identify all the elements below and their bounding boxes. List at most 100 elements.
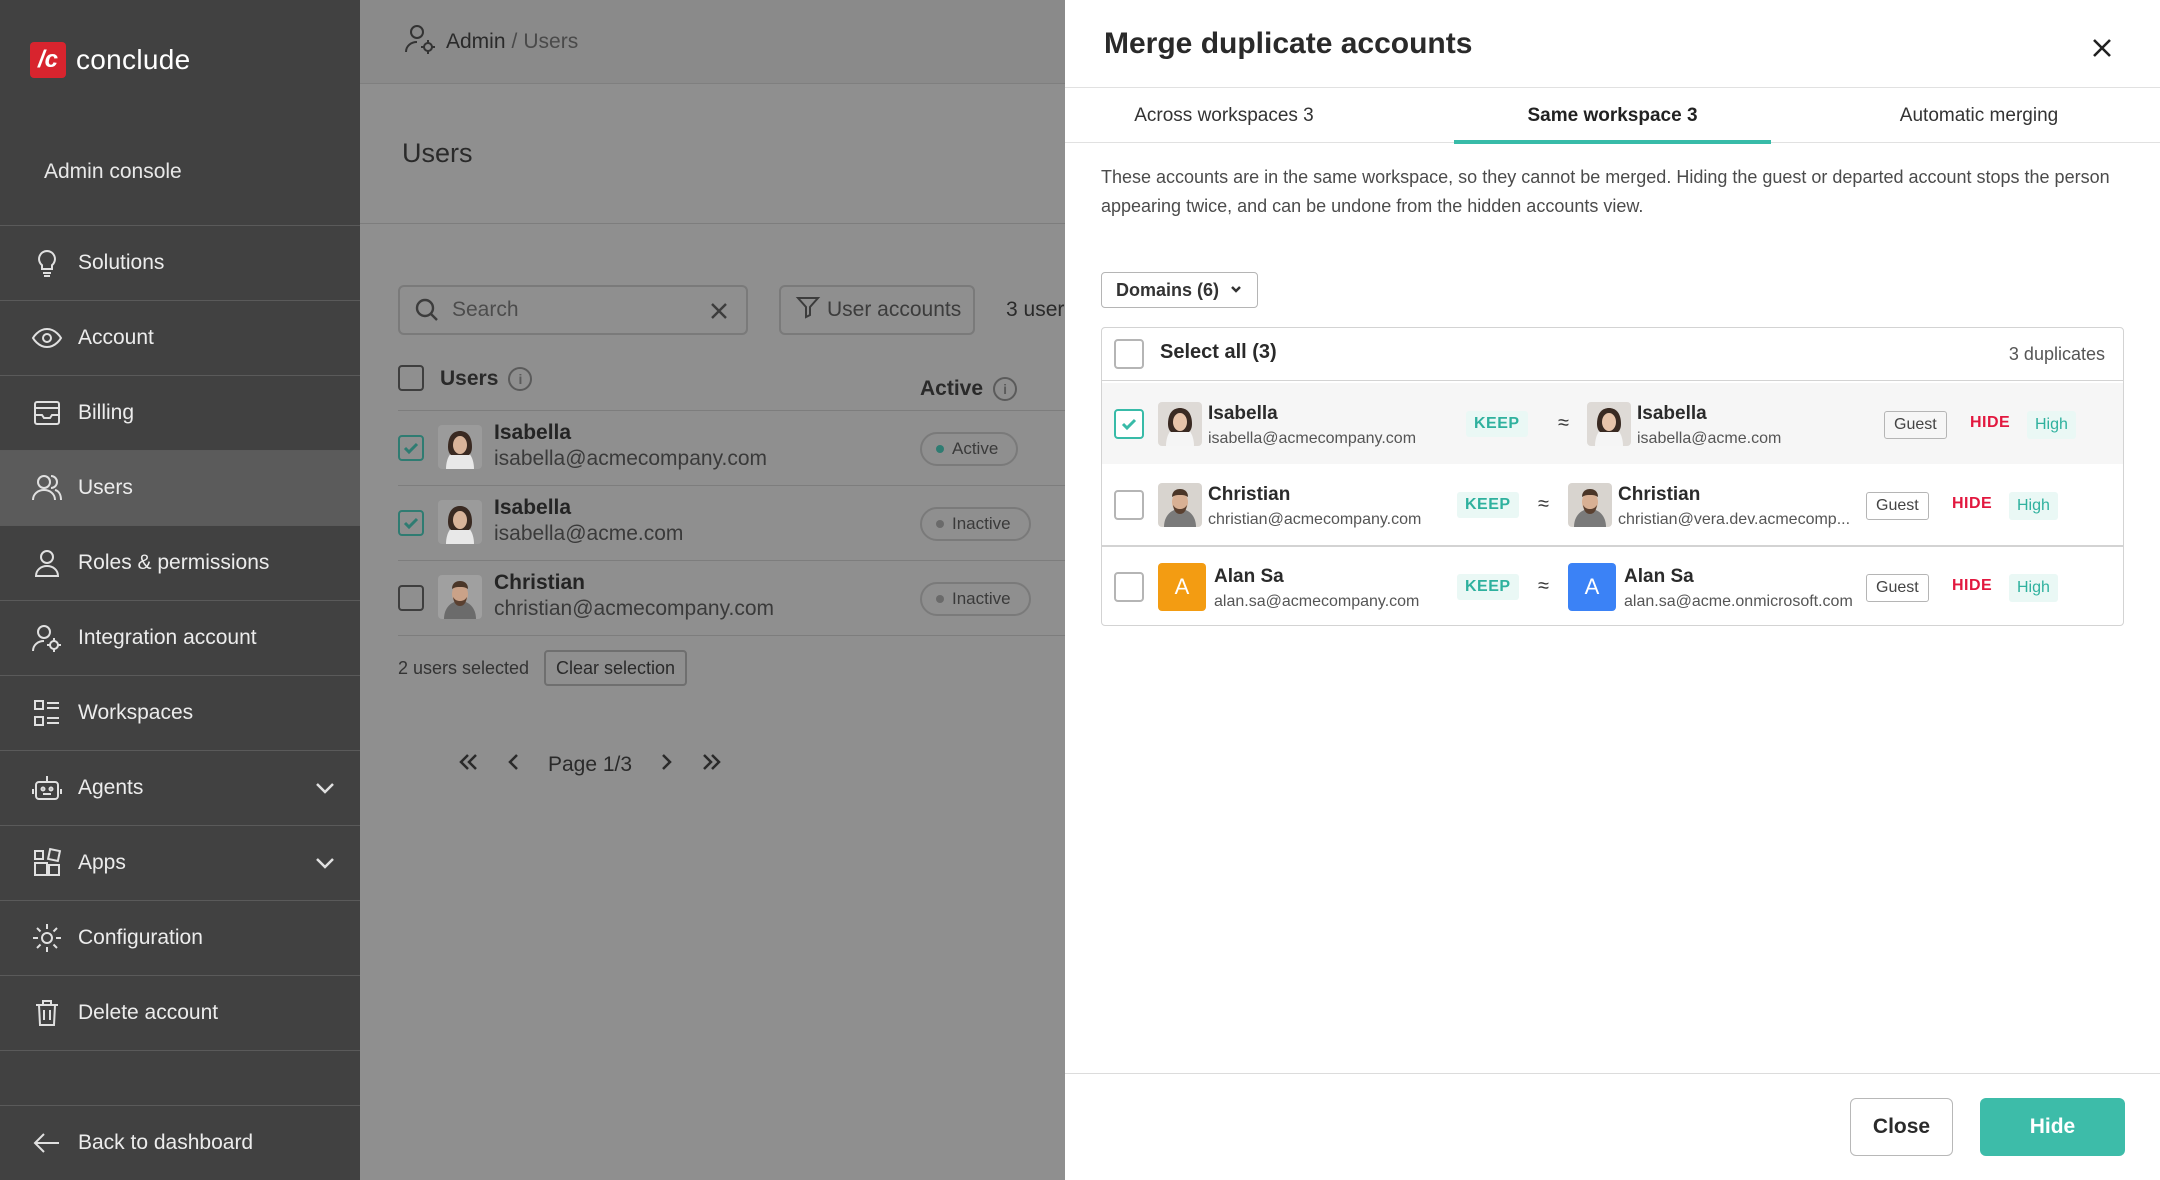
console-title: Admin console xyxy=(44,160,182,183)
column-users-label: Users xyxy=(440,367,499,390)
avatar xyxy=(1158,402,1202,446)
select-all-label[interactable]: Select all (3) xyxy=(1160,341,1277,364)
table-row[interactable]: Christian christian@acmecompany.com Inac… xyxy=(398,561,1065,636)
sidebar: /c conclude Admin console Solutions Acco… xyxy=(0,0,360,1180)
domains-filter[interactable]: Domains (6) xyxy=(1101,272,1259,308)
lightbulb-icon xyxy=(30,246,64,280)
tab-automatic-merging[interactable]: Automatic merging xyxy=(1820,88,2138,143)
filter-label: User accounts xyxy=(827,298,962,321)
sidebar-item-agents[interactable]: Agents xyxy=(0,751,360,826)
sidebar-item-integration[interactable]: Integration account xyxy=(0,601,360,676)
sidebar-item-roles[interactable]: Roles & permissions xyxy=(0,526,360,601)
logo-text: conclude xyxy=(76,44,191,75)
sidebar-item-label: Apps xyxy=(78,851,126,874)
back-to-dashboard[interactable]: Back to dashboard xyxy=(0,1105,360,1180)
row-checkbox[interactable] xyxy=(1114,409,1144,439)
page-indicator: Page 1/3 xyxy=(548,753,633,776)
avatar xyxy=(438,500,482,544)
row-checkbox[interactable] xyxy=(398,585,424,611)
column-users[interactable]: Users i xyxy=(440,367,533,391)
table-row[interactable]: Isabella isabella@acmecompany.com Active xyxy=(398,411,1065,486)
sidebar-item-billing[interactable]: Billing xyxy=(0,376,360,451)
avatar xyxy=(1158,483,1202,527)
approx-symbol: ≈ xyxy=(1558,412,1569,434)
select-all-checkbox[interactable] xyxy=(1114,339,1144,369)
avatar: A xyxy=(1158,563,1206,611)
back-label: Back to dashboard xyxy=(78,1131,254,1154)
guest-badge: Guest xyxy=(1866,492,1929,520)
keep-email: alan.sa@acmecompany.com xyxy=(1214,593,1420,610)
sidebar-item-label: Integration account xyxy=(78,626,257,649)
sidebar-item-apps[interactable]: Apps xyxy=(0,826,360,901)
sidebar-item-configuration[interactable]: Configuration xyxy=(0,901,360,976)
user-email: isabella@acmecompany.com xyxy=(494,447,768,470)
status-badge: Active xyxy=(920,432,1019,466)
sidebar-item-solutions[interactable]: Solutions xyxy=(0,226,360,301)
user-accounts-filter[interactable]: User accounts xyxy=(779,285,975,335)
dialog-description: These accounts are in the same workspace… xyxy=(1101,167,2110,216)
keep-name: Alan Sa xyxy=(1214,566,1284,587)
keep-tag: KEEP xyxy=(1466,411,1528,437)
filter-icon xyxy=(795,294,827,326)
page-title: Users xyxy=(402,138,473,168)
hide-tag: HIDE xyxy=(1952,495,1993,512)
approx-symbol: ≈ xyxy=(1538,575,1549,597)
user-name: Isabella xyxy=(494,496,572,519)
sidebar-item-account[interactable]: Account xyxy=(0,301,360,376)
chevron-down-icon[interactable] xyxy=(312,850,338,882)
info-icon[interactable]: i xyxy=(508,367,533,391)
person-icon xyxy=(30,546,64,580)
admin-gear-icon xyxy=(402,21,446,63)
tab-same-workspace[interactable]: Same workspace 3 xyxy=(1454,88,1771,144)
sidebar-item-users[interactable]: Users xyxy=(0,451,360,526)
column-active[interactable]: Active i xyxy=(920,377,1018,401)
prev-page-icon[interactable] xyxy=(502,750,526,780)
status-label: Inactive xyxy=(952,589,1011,608)
info-icon[interactable]: i xyxy=(993,377,1018,401)
duplicate-row[interactable]: Christian christian@acmecompany.com KEEP… xyxy=(1102,464,2123,545)
keep-name: Isabella xyxy=(1208,403,1278,424)
sidebar-item-label: Delete account xyxy=(78,1001,219,1024)
chevron-down-icon[interactable] xyxy=(312,775,338,807)
duplicate-row[interactable]: A Alan Sa alan.sa@acmecompany.com KEEP ≈… xyxy=(1102,546,2123,627)
hide-button[interactable]: Hide xyxy=(1980,1098,2125,1156)
hide-email: christian@vera.dev.acmecomp... xyxy=(1618,511,1851,528)
select-all-checkbox[interactable] xyxy=(398,365,424,391)
status-badge: Inactive xyxy=(920,507,1031,541)
duplicate-row[interactable]: Isabella isabella@acmecompany.com KEEP ≈… xyxy=(1102,383,2123,464)
tab-across-workspaces[interactable]: Across workspaces 3 xyxy=(1065,88,1383,143)
status-dot xyxy=(936,445,944,453)
arrow-left-icon xyxy=(30,1126,64,1160)
sidebar-item-label: Account xyxy=(78,326,154,349)
guest-badge: Guest xyxy=(1884,411,1947,439)
status-label: Active xyxy=(952,439,999,458)
row-checkbox[interactable] xyxy=(1114,572,1144,602)
next-page-icon[interactable] xyxy=(654,750,678,780)
chevron-down-icon xyxy=(1229,280,1243,301)
row-checkbox[interactable] xyxy=(398,510,424,536)
person-gear-icon xyxy=(30,621,64,655)
close-button[interactable]: Close xyxy=(1850,1098,1953,1156)
users-table-header: Users i Active i xyxy=(398,365,1065,411)
clear-search-icon[interactable] xyxy=(706,298,732,324)
robot-icon xyxy=(30,771,64,805)
table-row[interactable]: Isabella isabella@acme.com Inactive xyxy=(398,486,1065,561)
divider xyxy=(360,223,1065,224)
row-checkbox[interactable] xyxy=(1114,490,1144,520)
last-page-icon[interactable] xyxy=(700,750,724,780)
hide-tag: HIDE xyxy=(1970,414,2011,431)
clear-selection-button[interactable]: Clear selection xyxy=(544,650,688,686)
search-input[interactable]: Search xyxy=(398,285,748,335)
sidebar-item-label: Configuration xyxy=(78,926,203,949)
logo[interactable]: /c conclude xyxy=(30,42,190,78)
close-icon[interactable] xyxy=(2088,34,2116,62)
breadcrumb-root[interactable]: Admin xyxy=(446,30,506,54)
search-icon xyxy=(414,297,440,323)
selection-count: 2 users selected xyxy=(398,658,530,678)
sidebar-item-delete[interactable]: Delete account xyxy=(0,976,360,1051)
first-page-icon[interactable] xyxy=(456,750,480,780)
gear-icon xyxy=(30,921,64,955)
sidebar-item-workspaces[interactable]: Workspaces xyxy=(0,676,360,751)
row-checkbox[interactable] xyxy=(398,435,424,461)
search-placeholder: Search xyxy=(452,298,519,321)
